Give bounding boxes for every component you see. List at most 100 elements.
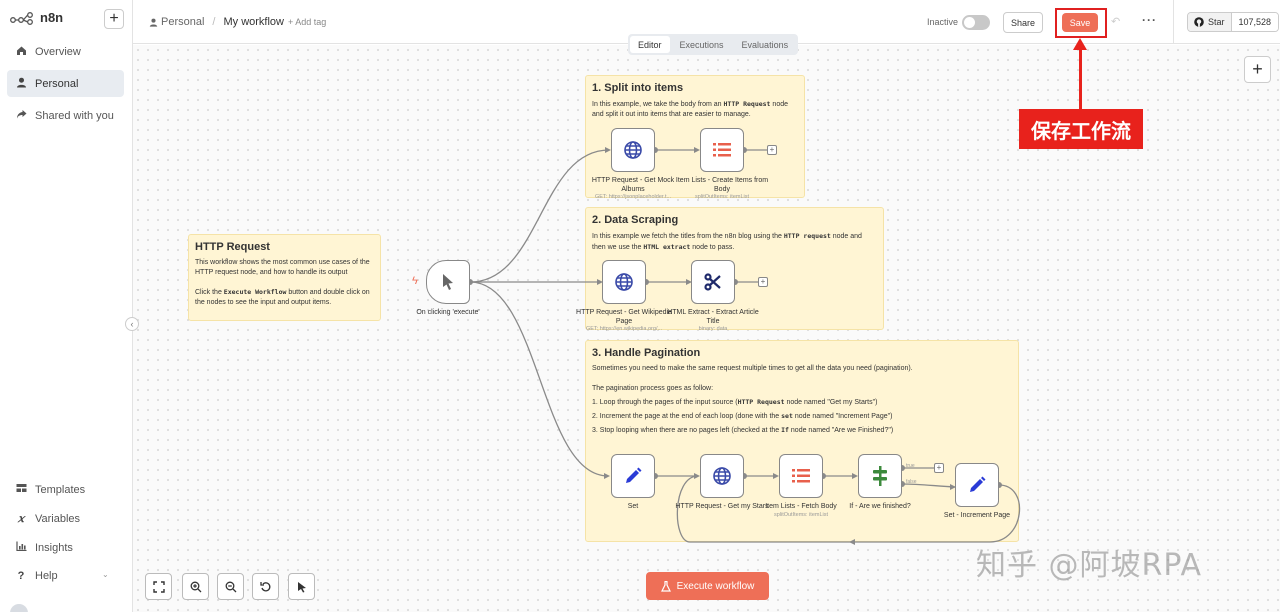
node-if-finished[interactable] <box>858 454 902 498</box>
scissors-icon <box>704 273 721 291</box>
templates-icon <box>15 483 27 496</box>
sidebar-item-shared[interactable]: Shared with you <box>7 102 124 129</box>
node-create-items[interactable] <box>700 128 744 172</box>
tab-editor[interactable]: Editor <box>630 36 670 53</box>
node-subtitle: GET: https://en.wikipedia.org/... <box>585 326 663 332</box>
workflow-name[interactable]: My workflow <box>223 16 284 28</box>
node-set[interactable] <box>611 454 655 498</box>
add-node-button[interactable]: + <box>1244 56 1271 83</box>
breadcrumb-project[interactable]: Personal <box>149 16 204 28</box>
chevron-down-icon: ⌄ <box>102 570 109 579</box>
pen-icon <box>626 467 642 483</box>
node-label: On clicking 'execute' <box>416 309 480 316</box>
select-tool-button[interactable] <box>288 573 315 600</box>
sticky-title: 2. Data Scraping <box>592 214 679 226</box>
variables-icon: 𝑥 <box>17 512 25 525</box>
sidebar-item-help[interactable]: ? Help ⌄ <box>7 562 124 589</box>
github-star-label: Star <box>1208 17 1225 27</box>
sticky-title: HTTP Request <box>195 241 270 253</box>
add-next-node-button[interactable]: + <box>758 277 768 287</box>
add-tag-button[interactable]: + Add tag <box>288 17 326 27</box>
node-label: Set - Increment Page <box>943 512 1011 519</box>
fit-view-icon <box>152 580 165 593</box>
sidebar-item-variables[interactable]: 𝑥 Variables <box>7 505 124 532</box>
home-icon <box>15 45 27 59</box>
more-options-icon[interactable]: ··· <box>1142 13 1157 27</box>
annotation-arrow <box>1079 44 1082 109</box>
user-icon <box>149 18 158 27</box>
github-star-count: 107,528 <box>1231 13 1279 31</box>
pen-icon <box>970 476 986 492</box>
share-button[interactable]: Share <box>1003 12 1043 33</box>
zoom-in-icon <box>190 581 201 592</box>
sidebar: n8n + Overview Personal Shared with you … <box>0 0 133 612</box>
sidebar-item-label: Overview <box>35 45 81 58</box>
zoom-out-button[interactable] <box>217 573 244 600</box>
tab-evaluations[interactable]: Evaluations <box>734 36 797 53</box>
sidebar-item-label: Personal <box>35 77 79 90</box>
collapse-sidebar-button[interactable]: ‹ <box>125 317 139 331</box>
sticky-title: 3. Handle Pagination <box>592 347 701 359</box>
undo-icon[interactable]: ↶ <box>1111 15 1120 28</box>
breadcrumb-separator: / <box>212 16 216 28</box>
sticky-text: Sometimes you need to make the same requ… <box>592 365 913 372</box>
status-label: Inactive <box>927 17 959 27</box>
cursor-icon <box>297 581 306 592</box>
add-next-node-button[interactable]: + <box>934 463 944 473</box>
breadcrumb-project-label: Personal <box>161 16 205 28</box>
tab-executions[interactable]: Executions <box>672 36 732 53</box>
node-label: HTTP Request - Get Wikipedia Page <box>576 309 672 325</box>
annotation-callout: 保存工作流 <box>1019 109 1143 149</box>
globe-icon <box>615 273 633 291</box>
n8n-logo-icon <box>10 11 33 25</box>
divider <box>1173 0 1174 44</box>
avatar[interactable] <box>10 604 28 612</box>
node-trigger[interactable] <box>426 260 470 304</box>
sticky-text: In this example we fetch the titles from… <box>592 232 862 251</box>
node-subtitle: splitOutItems: itemList <box>773 512 829 518</box>
github-star[interactable]: Star <box>1188 13 1232 31</box>
node-increment-page[interactable] <box>955 463 999 507</box>
node-wikipedia[interactable] <box>602 260 646 304</box>
node-label: HTTP Request - Get Mock Albums <box>591 177 675 193</box>
globe-icon <box>713 467 731 485</box>
zoom-out-icon <box>225 581 236 592</box>
n8n-logo[interactable]: n8n <box>10 10 63 25</box>
user-icon <box>15 77 27 91</box>
active-toggle[interactable] <box>962 15 990 30</box>
save-button[interactable]: Save <box>1062 13 1098 32</box>
node-fetch-body[interactable] <box>779 454 823 498</box>
github-star-button[interactable]: Star 107,528 <box>1187 12 1280 32</box>
help-icon: ? <box>17 569 25 582</box>
create-button[interactable]: + <box>104 9 124 29</box>
sidebar-item-templates[interactable]: Templates <box>7 476 124 503</box>
node-subtitle: binary: data <box>698 326 728 332</box>
node-get-stars[interactable] <box>700 454 744 498</box>
node-mock-albums[interactable] <box>611 128 655 172</box>
watermark: 知乎 @阿坡RPA <box>976 548 1203 583</box>
node-label: If - Are we finished? <box>849 503 911 510</box>
fit-view-button[interactable] <box>145 573 172 600</box>
lightning-icon: ϟ <box>412 275 418 287</box>
node-label: HTML Extract - Extract Article Title <box>667 309 759 325</box>
share-icon <box>15 109 27 123</box>
reset-icon <box>259 581 270 591</box>
insights-icon <box>15 541 27 554</box>
edge-label-true: true <box>906 463 915 469</box>
sticky-text: This workflow shows the most common use … <box>195 259 370 276</box>
sidebar-item-overview[interactable]: Overview <box>7 38 124 65</box>
execute-workflow-button[interactable]: Execute workflow <box>646 572 769 600</box>
execute-workflow-label: Execute workflow <box>676 580 755 592</box>
sidebar-item-personal[interactable]: Personal <box>7 70 124 97</box>
sidebar-item-insights[interactable]: Insights <box>7 534 124 561</box>
sticky-text: 2. Increment the page at the end of each… <box>592 412 893 420</box>
node-html-extract[interactable] <box>691 260 735 304</box>
reset-zoom-button[interactable] <box>252 573 279 600</box>
node-subtitle: splitOutItems: itemList <box>694 194 750 200</box>
github-icon <box>1194 17 1204 27</box>
sidebar-item-label: Shared with you <box>35 109 114 122</box>
node-label: Set <box>627 503 639 510</box>
sticky-note-intro[interactable]: HTTP Request This workflow shows the mos… <box>188 234 381 321</box>
add-next-node-button[interactable]: + <box>767 145 777 155</box>
zoom-in-button[interactable] <box>182 573 209 600</box>
